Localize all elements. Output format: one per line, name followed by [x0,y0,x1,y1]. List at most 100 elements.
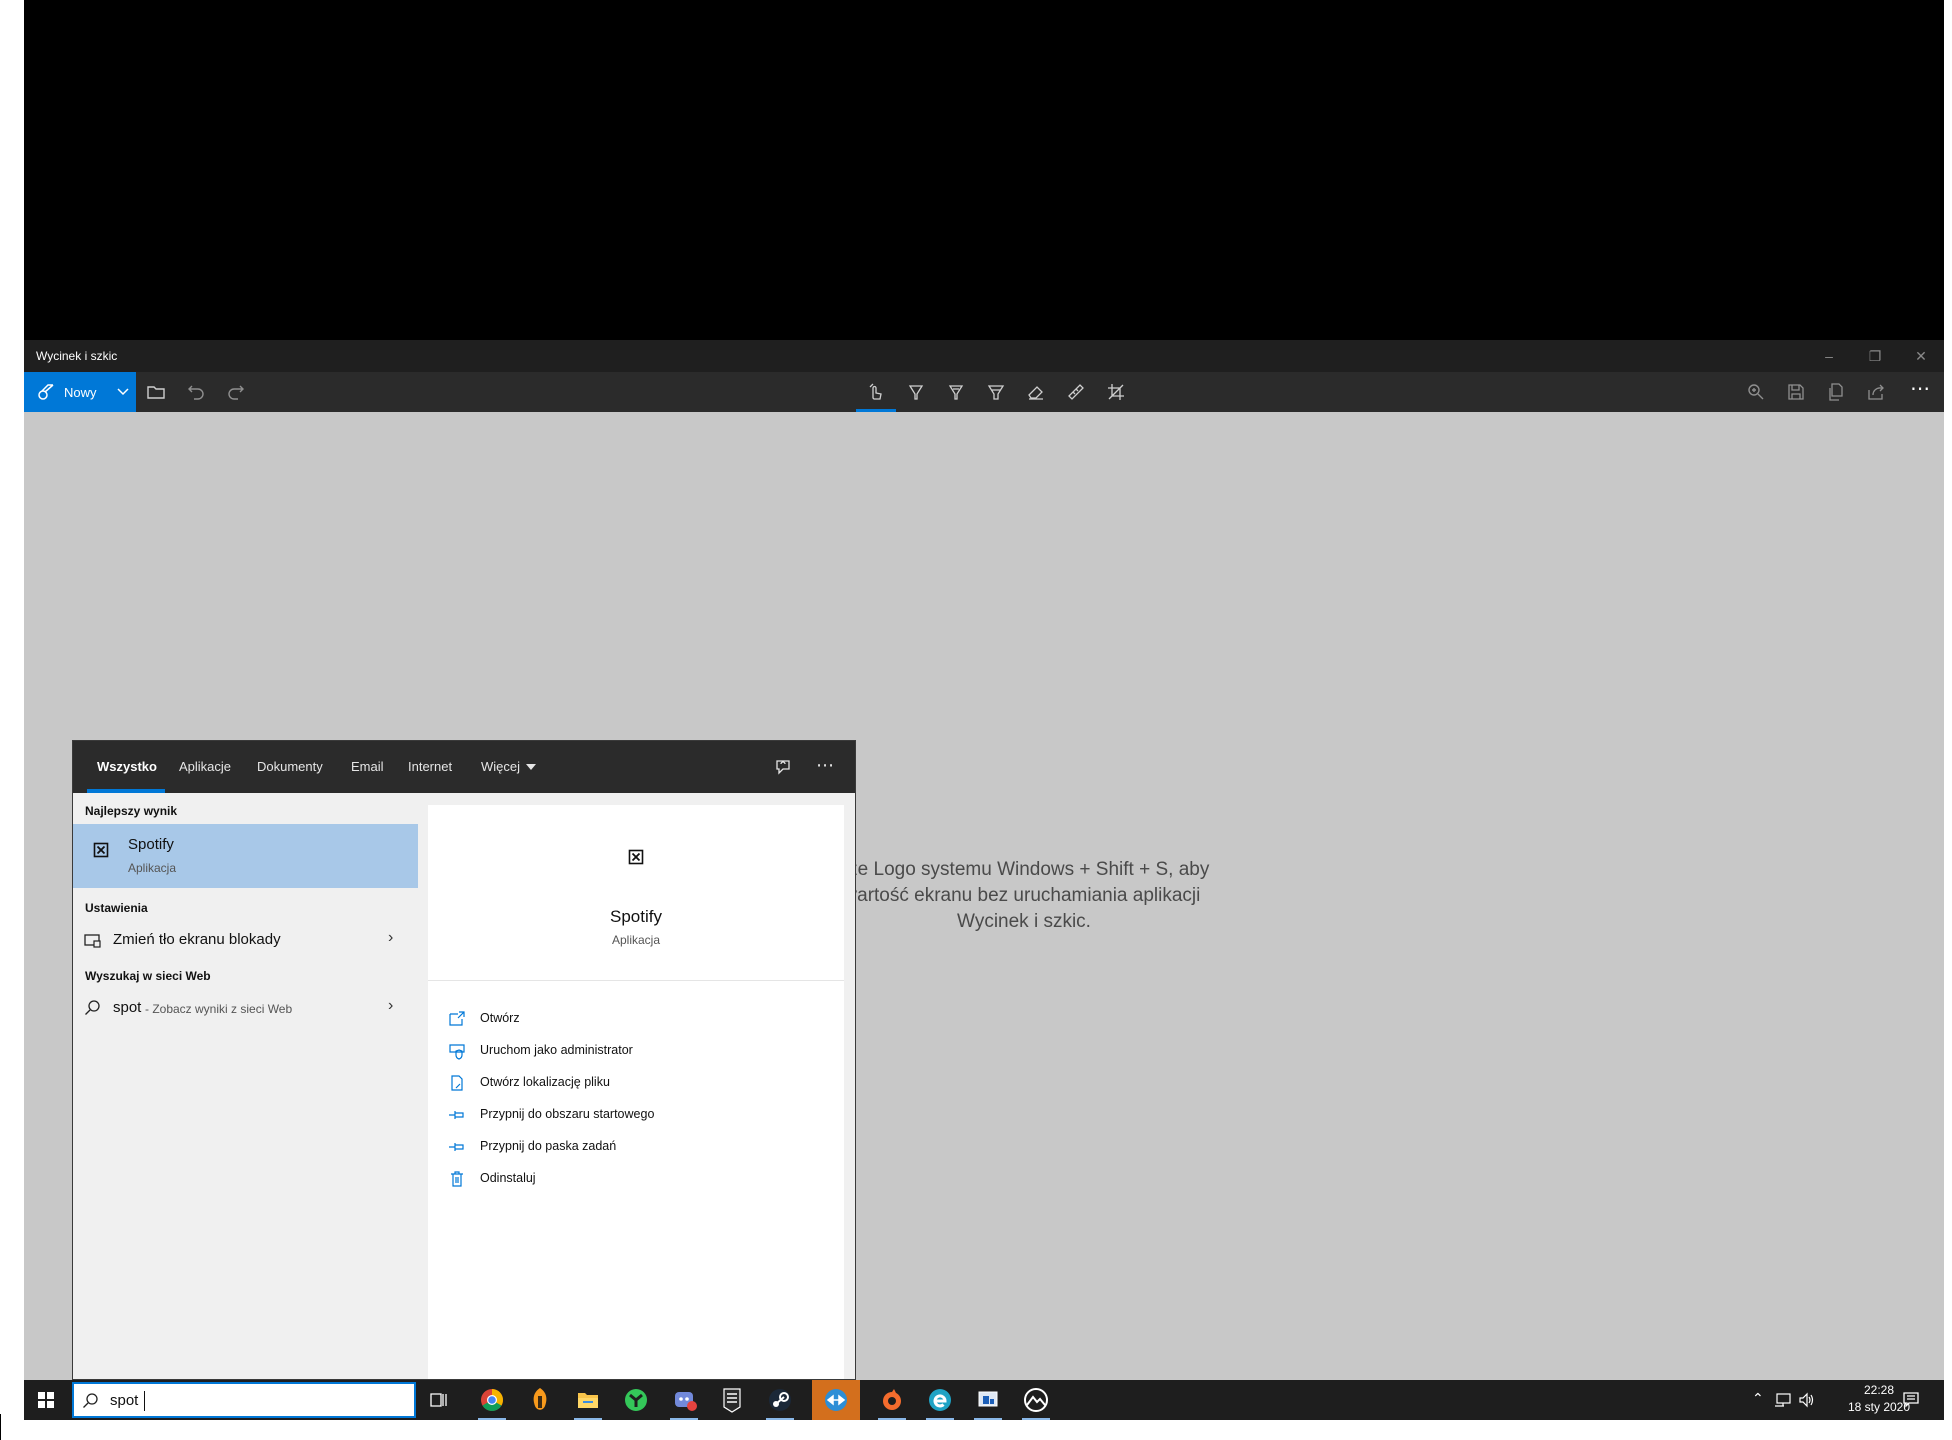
tab-apps[interactable]: Aplikacje [179,741,231,793]
running-indicator [478,1418,506,1420]
spotify-app-icon [628,849,644,865]
show-hidden-icons-chevron-icon[interactable]: ⌃ [1752,1390,1764,1407]
active-tool-indicator [856,409,896,412]
action-label: Otwórz [480,1011,520,1025]
close-button[interactable]: ✕ [1898,340,1944,372]
options-more-icon[interactable]: ⋯ [813,753,837,777]
best-result-subtitle: Aplikacja [128,861,177,875]
epic-games-icon [723,1388,741,1413]
running-indicator [1022,1418,1050,1420]
save-icon[interactable] [1784,380,1808,404]
taskbar: spot ⌃ 22:28 18 sty 2020 [24,1380,1944,1420]
settings-lockscreen-item[interactable]: Zmień tło ekranu blokady › [73,923,418,957]
green-app-icon [625,1389,647,1411]
spotify-app-icon [93,842,109,858]
web-search-item[interactable]: spot - Zobacz wyniki z sieci Web › [73,991,418,1025]
detail-app-title: Spotify [610,907,662,926]
search-icon [83,1393,98,1408]
undo-icon[interactable] [184,380,208,404]
section-best-match: Najlepszy wynik [85,804,178,818]
pin-icon [449,1143,464,1151]
action-label: Uruchom jako administrator [480,1043,633,1057]
discord-taskbar-icon[interactable] [668,1384,700,1420]
new-snip-button[interactable]: Nowy [24,372,136,412]
running-indicator [878,1418,906,1420]
monitor-app-icon [978,1391,998,1407]
ballpoint-pen-icon[interactable] [904,380,928,404]
action-label: Przypnij do paska zadań [480,1139,617,1153]
task-view-icon[interactable] [429,1390,449,1410]
running-indicator [766,1418,794,1420]
new-snip-label: Nowy [64,385,97,400]
touch-writing-icon[interactable] [864,380,888,404]
section-web-search: Wyszukaj w sieci Web [85,969,211,983]
edge-taskbar-icon[interactable] [924,1384,956,1420]
more-icon[interactable]: ⋯ [1908,379,1932,404]
tab-email[interactable]: Email [351,741,384,793]
chrome-icon [481,1389,503,1411]
ruler-icon[interactable] [1064,380,1088,404]
best-result-spotify[interactable]: Spotify Aplikacja [73,824,418,888]
zoom-icon[interactable] [1744,380,1768,404]
redo-icon[interactable] [224,380,248,404]
feedback-icon[interactable] [773,757,793,777]
action-label: Przypnij do obszaru startowego [480,1107,655,1121]
steam-taskbar-icon[interactable] [764,1384,796,1420]
mountain-app-icon [1024,1388,1048,1412]
steam-icon [769,1389,791,1411]
tab-more[interactable]: Więcej [481,741,520,793]
fl-studio-icon [533,1388,547,1410]
action-label: Odinstaluj [480,1171,536,1185]
minimize-button[interactable]: – [1806,340,1852,372]
title-bar: Wycinek i szkic – ❐ ✕ [24,340,1944,372]
search-tabs-header: Wszystko Aplikacje Dokumenty Email Inter… [73,741,855,793]
highlighter-icon[interactable] [984,380,1008,404]
origin-icon [883,1389,901,1410]
active-tab-indicator [87,789,165,793]
eraser-icon[interactable] [1024,380,1048,404]
edge-icon [929,1389,951,1411]
share-icon[interactable] [1864,380,1888,404]
caret-down-icon[interactable] [525,763,537,771]
green-app-taskbar-icon[interactable] [620,1384,652,1416]
taskbar-search-input[interactable]: spot [110,1392,138,1409]
pin-icon [449,1111,464,1119]
tab-all[interactable]: Wszystko [97,741,157,793]
running-indicator [926,1418,954,1420]
text-cursor [144,1391,145,1411]
windows-start-icon[interactable] [38,1392,54,1408]
epic-games-taskbar-icon[interactable] [716,1384,748,1416]
running-indicator [974,1418,1002,1420]
chrome-taskbar-icon[interactable] [476,1384,508,1420]
file-location-icon [451,1075,463,1091]
crop-icon[interactable] [1104,380,1128,404]
teamviewer-icon [825,1389,847,1411]
snip-toolbar: Nowy ⋯ [24,372,1944,412]
taskbar-search-box[interactable]: spot [72,1382,416,1418]
best-result-title: Spotify [128,836,174,853]
admin-shield-icon [449,1044,465,1060]
restore-button[interactable]: ❐ [1852,340,1898,372]
action-label: Otwórz lokalizację pliku [480,1075,610,1089]
chevron-right-icon: › [388,929,394,946]
detail-app-subtitle: Aplikacja [611,933,661,947]
tab-documents[interactable]: Dokumenty [257,741,323,793]
pencil-icon[interactable] [944,380,968,404]
volume-icon[interactable] [1798,1392,1816,1408]
origin-taskbar-icon[interactable] [876,1384,908,1420]
sky-app-taskbar-icon[interactable] [1020,1384,1052,1420]
teamviewer-taskbar-icon-active[interactable] [812,1380,860,1420]
network-icon[interactable] [1774,1392,1792,1408]
action-center-icon[interactable] [1902,1391,1920,1409]
file-explorer-taskbar-icon[interactable] [572,1384,604,1420]
monitor-app-taskbar-icon[interactable] [972,1384,1004,1420]
desktop-background [24,0,1944,340]
start-search-panel: Wszystko Aplikacje Dokumenty Email Inter… [72,740,856,1380]
open-folder-icon[interactable] [144,380,168,404]
tab-internet[interactable]: Internet [408,741,452,793]
chevron-down-icon[interactable] [116,386,130,398]
fl-studio-taskbar-icon[interactable] [524,1384,556,1416]
new-snip-icon [38,384,54,400]
lock-screen-icon [84,934,101,948]
copy-icon[interactable] [1824,380,1848,404]
